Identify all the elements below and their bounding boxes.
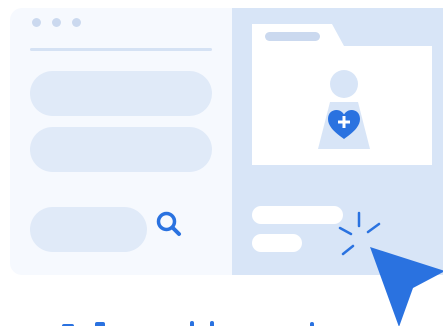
window-dot (72, 18, 81, 27)
window-dot (52, 18, 61, 27)
placeholder-field[interactable] (30, 71, 212, 116)
text-placeholder-line (252, 206, 343, 224)
illustration (0, 0, 443, 326)
text-placeholder-line (252, 234, 302, 252)
header-divider (30, 48, 212, 51)
placeholder-button[interactable] (30, 207, 147, 252)
search-icon[interactable] (154, 209, 184, 239)
folder-icon (252, 24, 432, 165)
window-dot (32, 18, 41, 27)
placeholder-field[interactable] (30, 127, 212, 172)
caption-text-cutoff (62, 321, 314, 326)
